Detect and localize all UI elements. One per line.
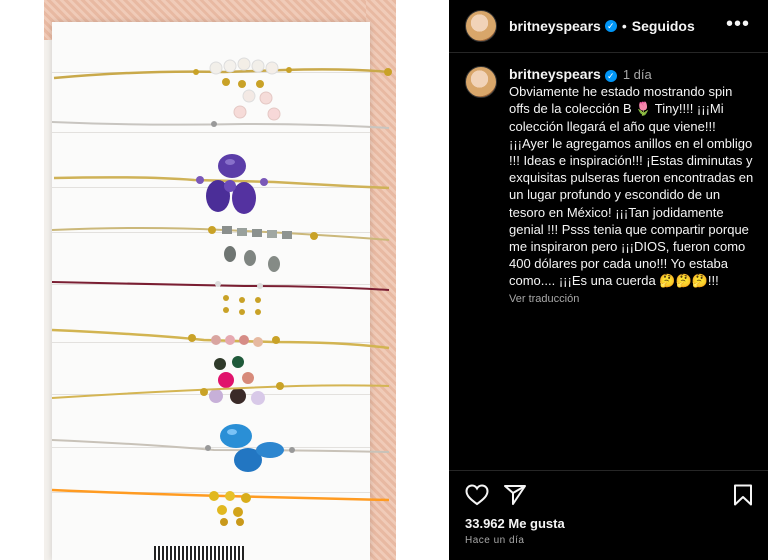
bracelet-grey <box>51 226 390 272</box>
verified-badge-icon: ✓ <box>604 20 617 32</box>
header-divider <box>449 52 768 53</box>
see-translation-link[interactable]: Ver traducción <box>509 291 755 308</box>
follow-status-button[interactable]: Seguidos <box>632 18 695 34</box>
post-header: britneyspears ✓ • Seguidos <box>449 0 768 52</box>
post-caption: britneyspears ✓ 1 día Obviamente he estado… <box>465 66 755 308</box>
verified-badge-icon: ✓ <box>604 69 617 82</box>
caption-username[interactable]: britneyspears <box>509 66 601 82</box>
posted-ago: Hace un día <box>465 535 525 546</box>
caption-avatar[interactable] <box>465 66 497 98</box>
post-media[interactable] <box>0 0 449 560</box>
bracelet-crystal <box>53 57 392 121</box>
bracelet-amethyst <box>53 154 390 214</box>
bracelet-orange <box>51 488 390 526</box>
avatar[interactable] <box>465 10 497 42</box>
caption-text: Obviamente he estado mostrando spin offs… <box>509 84 754 289</box>
actions-divider <box>449 470 768 471</box>
bracelet-topaz <box>51 424 390 472</box>
username[interactable]: britneyspears <box>509 18 601 34</box>
bracelet-burgundy <box>51 281 390 315</box>
post-photo <box>44 0 396 560</box>
barcode-sticker <box>154 546 244 560</box>
bracelets-illustration <box>51 57 392 526</box>
separator: • <box>621 18 627 34</box>
bracelet-multicolor <box>51 328 390 405</box>
share-icon[interactable] <box>503 484 527 506</box>
bracelet-silver <box>51 121 390 129</box>
more-options-icon[interactable]: ••• <box>726 13 750 36</box>
post-side-panel: britneyspears ✓ • Seguidos ••• britneysp… <box>449 0 768 560</box>
bookmark-icon[interactable] <box>733 484 753 506</box>
post-time[interactable]: 1 día <box>623 67 652 82</box>
likes-count[interactable]: 33.962 Me gusta <box>465 516 565 531</box>
action-bar <box>465 484 755 508</box>
heart-icon[interactable] <box>465 484 489 506</box>
